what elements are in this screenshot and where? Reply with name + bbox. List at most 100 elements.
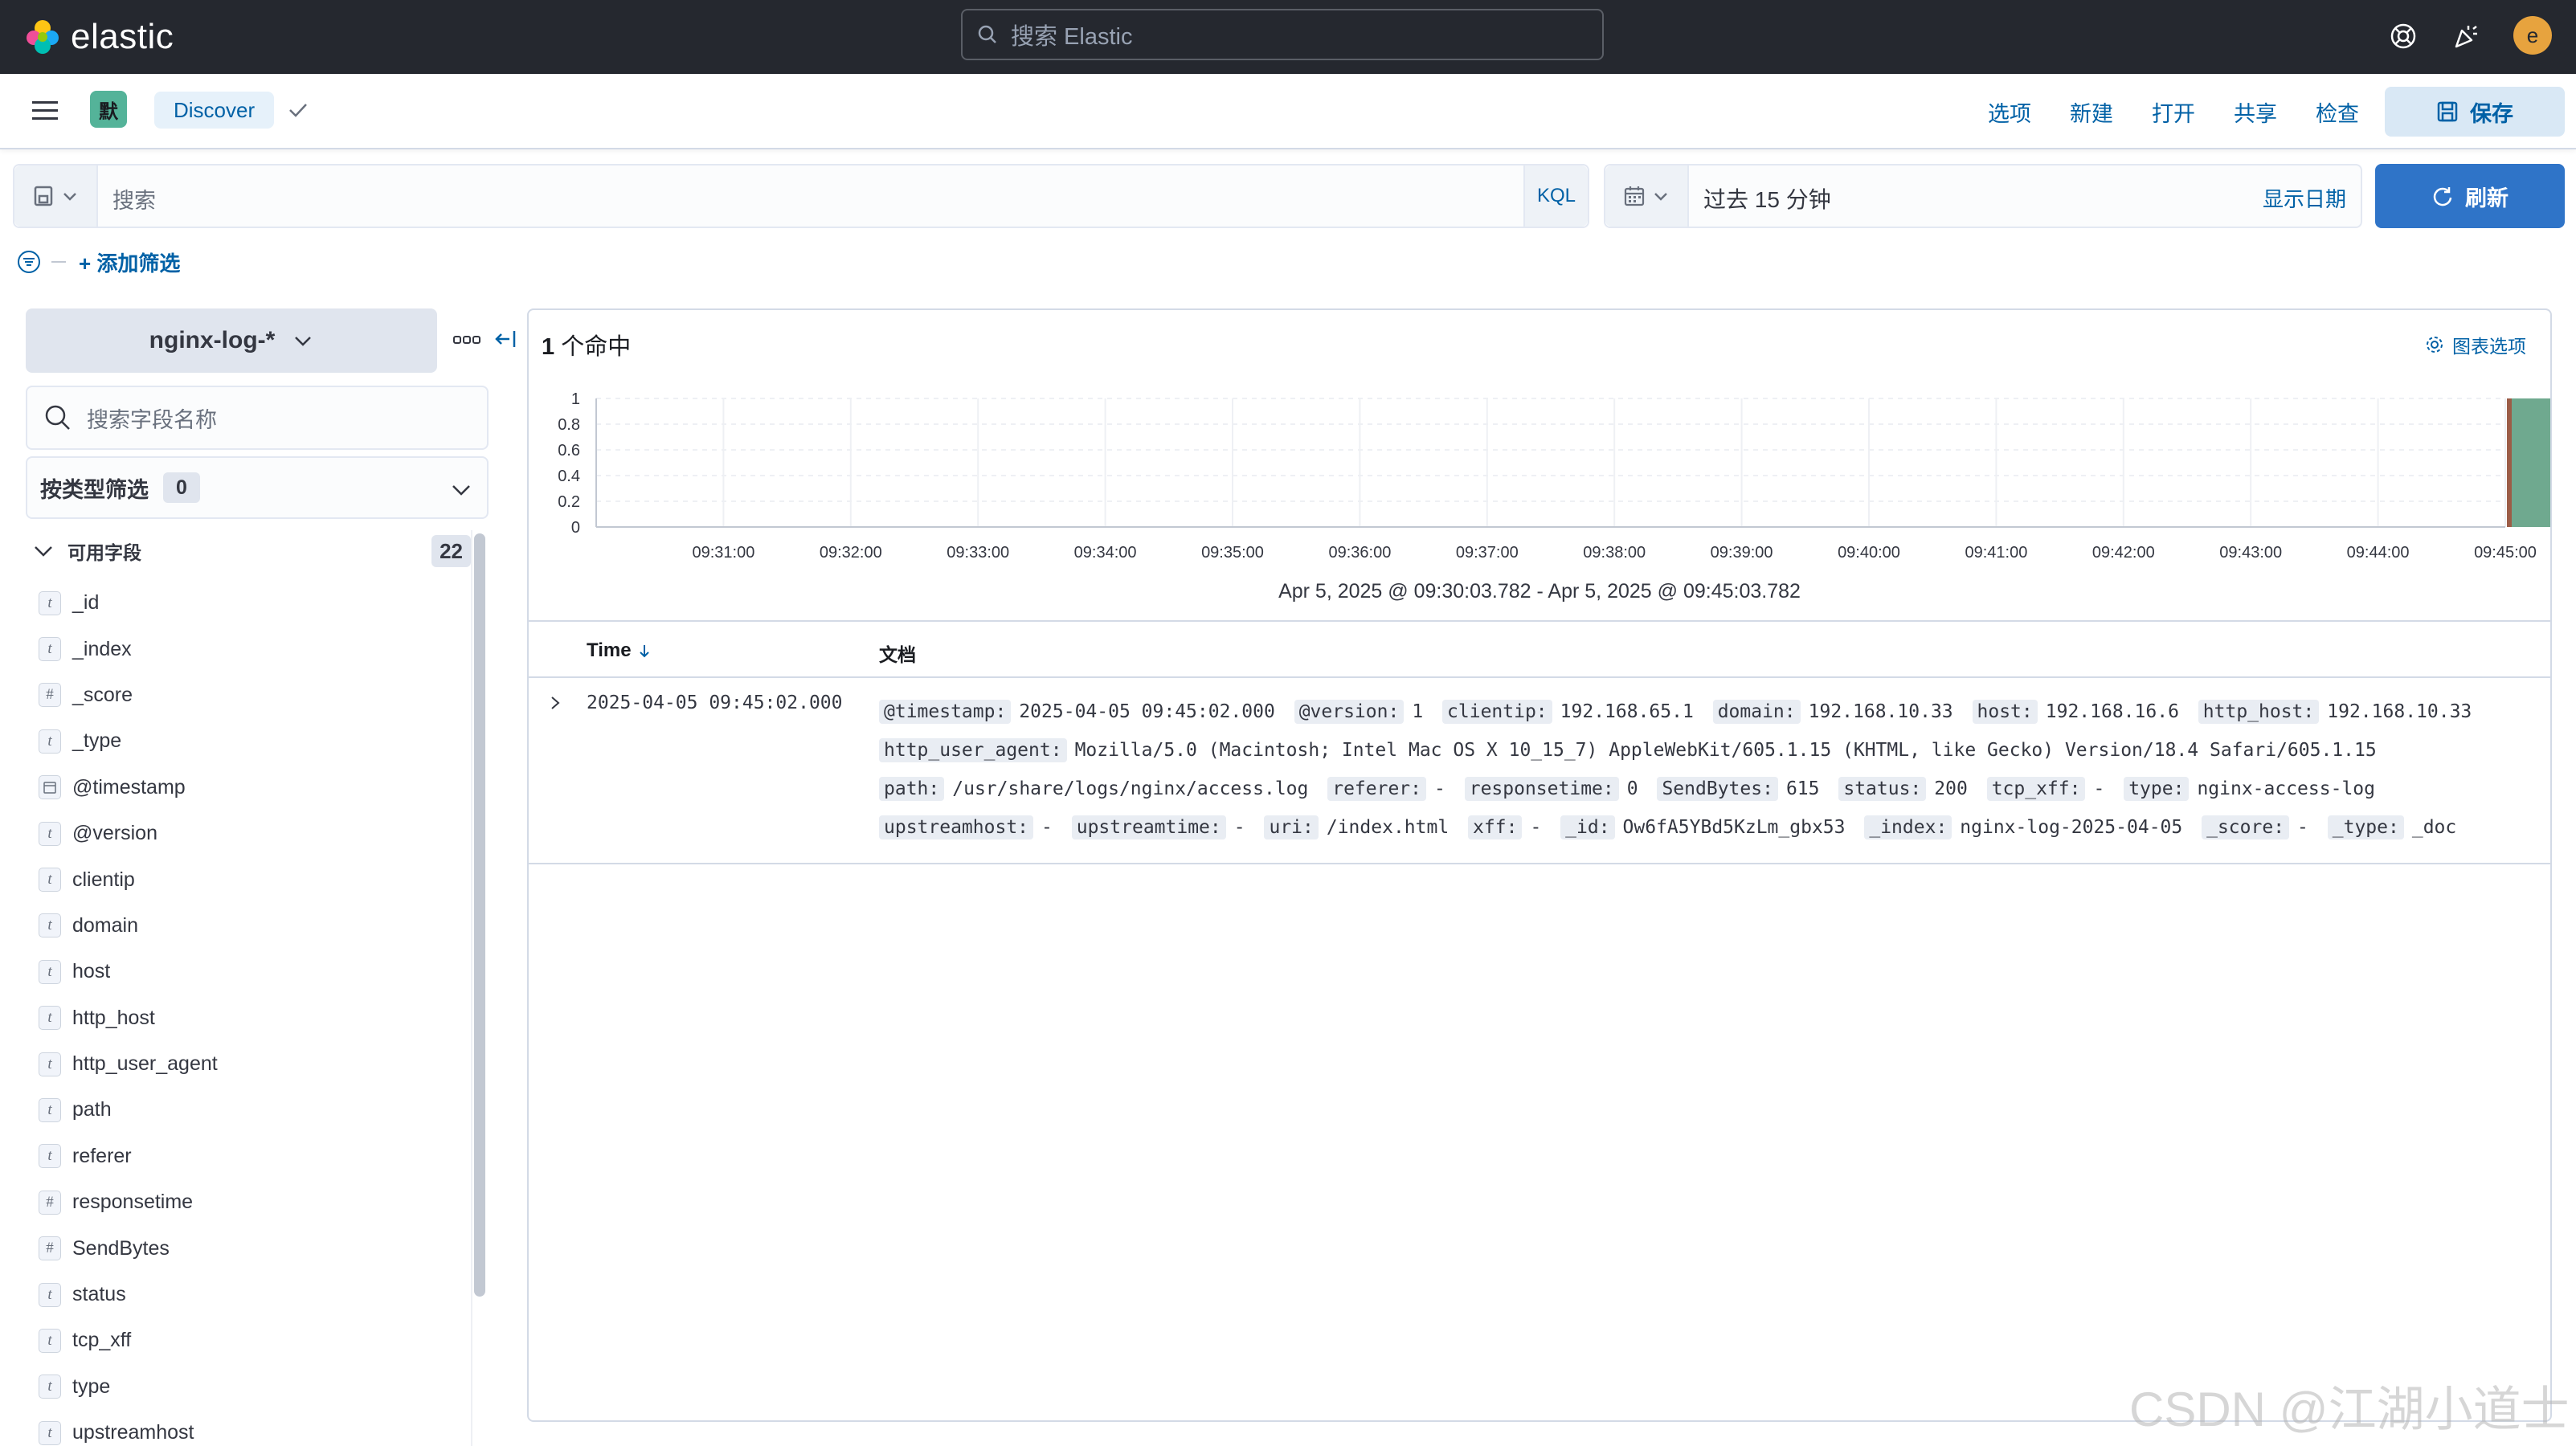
field-name: _score (72, 683, 133, 706)
field-item[interactable]: t tcp_xff (39, 1317, 456, 1363)
index-pattern-name: nginx-log-* (149, 327, 276, 353)
field-item[interactable]: t upstreamhost (39, 1410, 456, 1446)
field-item[interactable]: # _score (39, 672, 456, 718)
doc-field: uri: /index.html (1264, 815, 1449, 839)
calendar-icon (1624, 186, 1645, 206)
doc-field-value: 615 (1785, 778, 1820, 799)
field-item[interactable]: @timestamp (39, 765, 456, 811)
field-item[interactable]: t @version (39, 811, 456, 856)
collapse-sidebar-button[interactable] (493, 326, 519, 352)
field-item[interactable]: t status (39, 1272, 456, 1317)
field-item[interactable]: t path (39, 1087, 456, 1133)
doc-field-key: http_user_agent: (879, 738, 1067, 762)
doc-field: upstreamhost: - (879, 815, 1053, 839)
histogram-chart[interactable]: 0 0.2 0.4 0.6 0.8 1 09:31:00 09:32:00 09:33:00 09… (529, 390, 2550, 577)
doc-field: @version: 1 (1294, 700, 1423, 724)
hits-label: 个命中 (554, 334, 632, 360)
query-language-button[interactable]: KQL (1523, 165, 1588, 227)
field-name: http_user_agent (72, 1052, 218, 1076)
field-item[interactable]: t clientip (39, 856, 456, 902)
field-search-input[interactable]: 搜索字段名称 (26, 386, 489, 450)
menu-share[interactable]: 共享 (2234, 95, 2277, 129)
search-icon (978, 25, 996, 43)
string-field-icon: t (39, 1282, 61, 1307)
field-item[interactable]: t _id (39, 580, 456, 626)
menu-new[interactable]: 新建 (2070, 95, 2113, 129)
available-fields-toggle[interactable]: 可用字段 22 (32, 533, 471, 569)
field-item[interactable]: # SendBytes (39, 1225, 456, 1271)
column-header-time[interactable]: Time (587, 639, 652, 662)
refresh-button[interactable]: 刷新 (2375, 164, 2565, 228)
x-tick-label: 09:41:00 (1965, 544, 2027, 562)
field-item[interactable]: t type (39, 1364, 456, 1410)
filter-by-type-button[interactable]: 按类型筛选 0 (26, 456, 489, 519)
field-item[interactable]: t host (39, 949, 456, 995)
doc-field-value: 200 (1934, 778, 1968, 799)
field-item[interactable]: # responsetime (39, 1179, 456, 1225)
index-pattern-actions-button[interactable] (453, 334, 480, 345)
user-avatar[interactable]: e (2513, 16, 2552, 55)
doc-field-key: _type: (2327, 815, 2404, 839)
show-dates-link[interactable]: 显示日期 (2263, 183, 2346, 213)
doc-field-key: http_host: (2198, 700, 2320, 724)
elastic-logo[interactable]: elastic (24, 14, 174, 59)
sidebar-scrollbar[interactable] (474, 533, 485, 1297)
string-field-icon: t (39, 1144, 61, 1169)
hamburger-menu-button[interactable] (29, 96, 61, 125)
doc-field: http_host: 192.168.10.33 (2198, 700, 2472, 724)
menu-open[interactable]: 打开 (2152, 95, 2195, 129)
sort-down-arrow-icon[interactable] (636, 642, 652, 660)
gear-icon (2427, 337, 2443, 353)
x-tick-label: 09:42:00 (2092, 544, 2155, 562)
saved-query-button[interactable] (14, 165, 98, 227)
x-tick-label: 09:39:00 (1711, 544, 1773, 562)
field-name: _type (72, 729, 122, 753)
doc-field-value: Mozilla/5.0 (Macintosh; Intel Mac OS X 1… (1074, 740, 2377, 761)
global-search-input[interactable]: 搜索 Elastic (961, 9, 1604, 60)
help-menu-button[interactable] (2385, 18, 2422, 55)
string-field-icon: t (39, 868, 61, 893)
space-selector[interactable]: 默 (90, 91, 127, 128)
breadcrumb-discover[interactable]: Discover (154, 92, 275, 129)
chart-time-range: Apr 5, 2025 @ 09:30:03.782 - Apr 5, 2025… (1278, 580, 1801, 602)
quick-select-button[interactable] (1605, 165, 1689, 227)
discover-main-panel: 1 个命中 图表选项 0 0.2 0.4 0.6 0.8 1 09:31:00 09:32:0… (527, 308, 2552, 1422)
save-button[interactable]: 保存 (2385, 87, 2565, 137)
menu-options[interactable]: 选项 (1988, 95, 2031, 129)
field-name: _id (72, 591, 100, 615)
expand-row-button[interactable] (546, 694, 564, 712)
query-input[interactable]: 搜索 (112, 183, 156, 214)
doc-field: path: /usr/share/logs/nginx/access.log (879, 777, 1308, 801)
string-field-icon: t (39, 729, 61, 754)
doc-field-key: upstreamhost: (879, 815, 1034, 839)
field-name: domain (72, 913, 138, 937)
add-filter-button[interactable]: + 添加筛选 (79, 247, 180, 277)
field-item[interactable]: t http_user_agent (39, 1041, 456, 1087)
field-item[interactable]: t http_host (39, 995, 456, 1041)
doc-field: clientip: 192.168.65.1 (1442, 700, 1694, 724)
index-pattern-selector[interactable]: nginx-log-* (26, 308, 437, 373)
doc-field-value: 192.168.65.1 (1560, 701, 1694, 722)
time-range-text[interactable]: 过去 15 分钟 (1703, 182, 1831, 214)
doc-field-value: 192.168.10.33 (1808, 701, 1953, 722)
number-field-icon: # (39, 1190, 61, 1215)
doc-field-key: host: (1972, 700, 2038, 724)
string-field-icon: t (39, 959, 61, 984)
cheer-icon (2455, 26, 2477, 48)
x-tick-label: 09:32:00 (820, 544, 882, 562)
field-item[interactable]: t _type (39, 718, 456, 764)
doc-field-key: upstreamtime: (1071, 815, 1226, 839)
field-item[interactable]: t referer (39, 1134, 456, 1179)
field-item[interactable]: t domain (39, 903, 456, 949)
chart-options-button[interactable]: 图表选项 (2425, 331, 2526, 358)
histogram-bar-highlight (2507, 398, 2512, 527)
chart-options-label: 图表选项 (2452, 336, 2526, 357)
doc-field-key: referer: (1327, 777, 1426, 801)
field-item[interactable]: t _index (39, 626, 456, 672)
news-feed-button[interactable] (2447, 18, 2484, 55)
filter-menu-icon[interactable] (16, 249, 42, 275)
menu-inspect[interactable]: 检查 (2316, 95, 2359, 129)
x-tick-label: 09:40:00 (1838, 544, 1900, 562)
x-tick-label: 09:34:00 (1074, 544, 1137, 562)
x-tick-label: 09:38:00 (1583, 544, 1646, 562)
